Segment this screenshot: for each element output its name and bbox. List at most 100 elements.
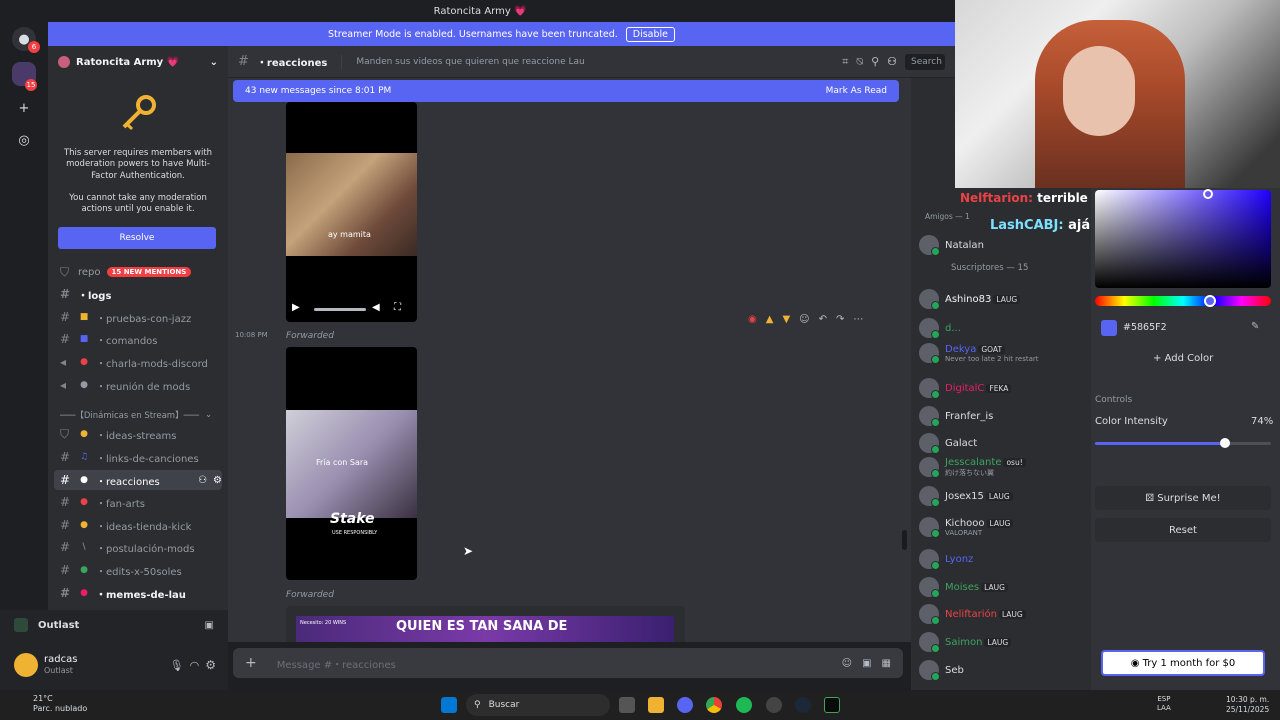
channel-ideas-streams[interactable]: ⛉ ● ・ideas-streams	[54, 424, 222, 444]
spotify-icon[interactable]	[736, 697, 752, 713]
new-messages-bar[interactable]: 43 new messages since 8:01 PM Mark As Re…	[233, 80, 899, 102]
fullscreen-icon[interactable]: ⛶	[394, 302, 401, 313]
add-reaction-icon[interactable]: ☺	[799, 314, 809, 325]
category-dinamicas[interactable]: ───【Dinámicas en Stream】─── ⌄	[54, 405, 222, 425]
message-input[interactable]: Message #・reacciones	[267, 656, 832, 671]
user-panel: radcas Outlast 🎙︎ ◠ ⚙	[0, 640, 228, 690]
intensity-handle[interactable]	[1220, 438, 1231, 448]
surprise-button[interactable]: ⚄ Surprise Me!	[1095, 486, 1271, 510]
gear-icon[interactable]: ⚙	[213, 475, 222, 486]
play-icon[interactable]: ▶	[292, 302, 300, 313]
reaction-icon[interactable]: ◉	[748, 314, 757, 325]
member-item[interactable]: Saimon LAUG	[919, 631, 1089, 653]
member-item[interactable]: Ashino83 LAUG	[919, 288, 1089, 310]
member-item[interactable]: Franfer_is	[919, 405, 1089, 427]
taskbar-search[interactable]: ⚲ Buscar	[466, 694, 610, 716]
add-member-icon[interactable]: ⚇	[198, 475, 207, 486]
channel-pruebas[interactable]: # ■ ・pruebas-con-jazz	[54, 307, 222, 327]
member-item[interactable]: Kichooo LAUG VALORANT	[919, 516, 1089, 538]
video-attachment-1[interactable]: ay mamita ▶ ◀ ⛶	[286, 102, 417, 322]
member-item[interactable]: d...	[919, 317, 1089, 339]
disable-button[interactable]: Disable	[625, 26, 675, 42]
clock[interactable]: 10:30 p. m. 25/11/2025	[1226, 695, 1269, 715]
windows-start-icon[interactable]	[441, 697, 457, 713]
mark-as-read-button[interactable]: Mark As Read	[826, 86, 887, 96]
intensity-track[interactable]	[1095, 442, 1271, 445]
member-item[interactable]: Neliftarión LAUG	[919, 603, 1089, 625]
message-composer[interactable]: + Message #・reacciones ☺ ▣ ▦	[233, 648, 903, 678]
reply-icon[interactable]: ↶	[819, 314, 827, 325]
channel-edits[interactable]: # ● ・edits-x-50soles	[54, 560, 222, 580]
scrollbar[interactable]	[902, 530, 907, 550]
discord-taskbar-icon[interactable]	[677, 697, 693, 713]
member-item[interactable]: DigitalC FEKA	[919, 377, 1089, 399]
gift-icon[interactable]: ▦	[882, 658, 891, 669]
screen-share-icon[interactable]: ▣	[205, 620, 214, 631]
add-color-button[interactable]: + Add Color	[1153, 353, 1213, 364]
headphones-icon[interactable]: ◠	[190, 659, 200, 672]
server-list: ● 6 15 + ◎	[0, 22, 48, 690]
discover-icon[interactable]: ◎	[12, 128, 36, 152]
channel-ideas-tienda[interactable]: # ● ・ideas-tienda-kick	[54, 515, 222, 535]
hue-handle[interactable]	[1204, 295, 1216, 307]
chevron-down-icon[interactable]: ⌄	[210, 57, 218, 68]
microphone-icon[interactable]: 🎙︎	[170, 659, 184, 672]
add-server-icon[interactable]: +	[12, 96, 36, 120]
user-info[interactable]: radcas Outlast	[44, 654, 164, 676]
hue-slider[interactable]	[1095, 296, 1271, 306]
hex-value[interactable]: #5865F2	[1123, 322, 1167, 333]
pin-icon[interactable]: ⚲	[871, 55, 879, 68]
video-progress[interactable]	[314, 308, 366, 311]
steam-icon[interactable]	[795, 697, 811, 713]
task-view-icon[interactable]	[619, 697, 635, 713]
language-indicator[interactable]: ESP LAA	[1157, 695, 1171, 713]
saturation-area[interactable]	[1095, 190, 1271, 288]
chrome-icon[interactable]	[706, 697, 722, 713]
member-item[interactable]: Lyonz	[919, 548, 1089, 570]
eyedropper-icon[interactable]: ✎	[1251, 321, 1259, 332]
add-attachment-icon[interactable]: +	[245, 655, 257, 671]
channel-reunion[interactable]: ◂ ● ・reunión de mods	[54, 375, 222, 395]
channel-repo[interactable]: ⛉ repo 15 NEW MENTIONS	[54, 262, 222, 282]
channel-topic[interactable]: Manden sus videos que quieren que reacci…	[356, 57, 834, 67]
channel-logs[interactable]: # ・logs	[54, 284, 222, 304]
forward-icon[interactable]: ↷	[836, 314, 844, 325]
search-input[interactable]: Search	[905, 53, 945, 70]
reset-button[interactable]: Reset	[1095, 518, 1271, 542]
channel-links[interactable]: # ♫ ・links-de-canciones	[54, 447, 222, 467]
emoji-picker-icon[interactable]: ☺	[842, 658, 852, 669]
member-item[interactable]: Dekya GOAT Never too late 2 hit restart	[919, 342, 1089, 364]
terminal-icon[interactable]	[824, 697, 840, 713]
weather-widget[interactable]: 21°C Parc. nublado	[18, 694, 87, 713]
voice-status[interactable]: Outlast ▣	[0, 610, 228, 640]
obs-icon[interactable]	[766, 697, 782, 713]
channel-postulacion[interactable]: # \ ・postulación-mods	[54, 537, 222, 557]
volume-icon[interactable]: ◀	[372, 302, 380, 313]
members-icon[interactable]: ⚇	[887, 55, 897, 68]
threads-icon[interactable]: ⌗	[842, 55, 848, 69]
channel-comandos[interactable]: # ■ ・comandos	[54, 329, 222, 349]
member-item[interactable]: Moises LAUG	[919, 576, 1089, 598]
notifications-icon[interactable]: ⍉	[856, 55, 863, 69]
image-attachment[interactable]: QUIEN ES TAN SANA DE Necesito: 20 WINS	[286, 606, 685, 642]
member-item[interactable]: Seb	[919, 659, 1089, 681]
video-attachment-2[interactable]: Fría con Sara Stake USE RESPONSIBLY	[286, 347, 417, 580]
file-explorer-icon[interactable]	[648, 697, 664, 713]
thumbs-down-icon[interactable]: ▼	[782, 314, 790, 325]
member-item[interactable]: Jesscalante osu! 約け落ちない翼	[919, 456, 1089, 478]
member-item[interactable]: Josex15 LAUG	[919, 485, 1089, 507]
channel-fan-arts[interactable]: # ● ・fan-arts	[54, 492, 222, 512]
avatar[interactable]	[14, 653, 38, 677]
channel-charla[interactable]: ◂ ● ・charla-mods-discord	[54, 352, 222, 372]
settings-icon[interactable]: ⚙	[205, 658, 216, 672]
nitro-trial-button[interactable]: ◉ Try 1 month for $0	[1101, 650, 1265, 676]
saturation-handle[interactable]	[1203, 189, 1213, 199]
member-item[interactable]: Galact	[919, 432, 1089, 454]
thumbs-up-icon[interactable]: ▲	[766, 314, 774, 325]
resolve-button[interactable]: Resolve	[58, 227, 216, 249]
channel-reacciones[interactable]: # ● ・reacciones ⚇ ⚙	[54, 470, 222, 490]
server-header[interactable]: Ratoncita Army 💗 ⌄	[48, 46, 228, 78]
more-icon[interactable]: ⋯	[853, 314, 863, 325]
gif-icon[interactable]: ▣	[862, 658, 871, 669]
channel-memes[interactable]: # ● ・memes-de-lau	[54, 583, 222, 603]
